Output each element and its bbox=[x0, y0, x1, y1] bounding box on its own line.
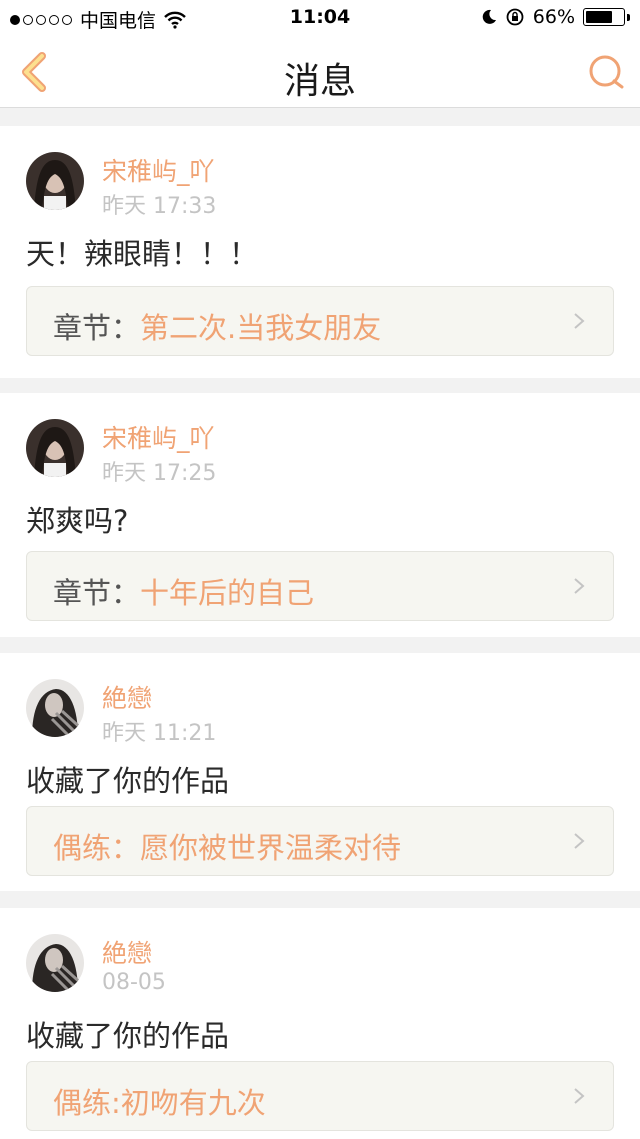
timestamp: 昨天 17:33 bbox=[102, 194, 217, 219]
search-icon[interactable] bbox=[586, 52, 626, 92]
username[interactable]: 絶戀 bbox=[102, 679, 152, 715]
reference-label: 章节： bbox=[53, 311, 141, 345]
reference-text: 章节：十年后的自己 bbox=[53, 570, 314, 612]
chapter-reference[interactable]: 章节：第二次.当我女朋友 bbox=[26, 286, 614, 356]
message-card[interactable]: 宋稚屿_吖 昨天 17:33 天！辣眼睛！！！ 章节：第二次.当我女朋友 bbox=[0, 126, 640, 378]
battery-icon bbox=[583, 8, 625, 26]
nav-bar: 消息 bbox=[0, 36, 640, 108]
reference-title: 初吻有九次 bbox=[120, 1086, 266, 1120]
username[interactable]: 絶戀 bbox=[102, 934, 152, 970]
work-reference[interactable]: 偶练:初吻有九次 bbox=[26, 1061, 614, 1131]
reference-title: 愿你被世界温柔对待 bbox=[140, 831, 402, 865]
message-content: 收藏了你的作品 bbox=[26, 1019, 230, 1053]
timestamp: 昨天 11:21 bbox=[102, 721, 217, 746]
chapter-reference[interactable]: 章节：十年后的自己 bbox=[26, 551, 614, 621]
page-title: 消息 bbox=[283, 61, 356, 102]
battery-percent: 66% bbox=[532, 6, 575, 28]
rotation-lock-icon bbox=[506, 8, 524, 26]
reference-label: 章节： bbox=[53, 576, 141, 610]
username[interactable]: 宋稚屿_吖 bbox=[102, 152, 215, 188]
work-reference[interactable]: 偶练：愿你被世界温柔对待 bbox=[26, 806, 614, 876]
reference-text: 偶练:初吻有九次 bbox=[53, 1080, 266, 1122]
status-right: 66% bbox=[481, 6, 630, 28]
chevron-right-icon bbox=[574, 1088, 585, 1104]
chevron-right-icon bbox=[574, 578, 585, 594]
message-content: 郑爽吗? bbox=[26, 504, 129, 538]
timestamp: 昨天 17:25 bbox=[102, 461, 217, 486]
chevron-right-icon bbox=[574, 313, 585, 329]
message-card[interactable]: 宋稚屿_吖 昨天 17:25 郑爽吗? 章节：十年后的自己 bbox=[0, 393, 640, 637]
message-card[interactable]: 絶戀 08-05 收藏了你的作品 偶练:初吻有九次 bbox=[0, 908, 640, 1139]
message-content: 天！辣眼睛！！！ bbox=[26, 237, 259, 271]
battery-tip bbox=[627, 13, 630, 21]
reference-label: 偶练: bbox=[53, 1086, 121, 1120]
moon-icon bbox=[482, 9, 496, 24]
reference-title: 第二次.当我女朋友 bbox=[140, 311, 382, 345]
username[interactable]: 宋稚屿_吖 bbox=[102, 419, 215, 455]
reference-title: 十年后的自己 bbox=[140, 576, 315, 610]
avatar[interactable] bbox=[26, 152, 84, 210]
battery-fill bbox=[586, 11, 613, 23]
avatar[interactable] bbox=[26, 934, 84, 992]
avatar[interactable] bbox=[26, 679, 84, 737]
status-bar: 中国电信 11:04 66% bbox=[0, 0, 640, 36]
reference-label: 偶练： bbox=[53, 831, 141, 865]
reference-text: 偶练：愿你被世界温柔对待 bbox=[53, 825, 401, 867]
reference-text: 章节：第二次.当我女朋友 bbox=[53, 305, 381, 347]
chevron-right-icon bbox=[574, 833, 585, 849]
timestamp: 08-05 bbox=[102, 970, 166, 995]
message-content: 收藏了你的作品 bbox=[26, 764, 230, 798]
avatar[interactable] bbox=[26, 419, 84, 477]
message-card[interactable]: 絶戀 昨天 11:21 收藏了你的作品 偶练：愿你被世界温柔对待 bbox=[0, 653, 640, 891]
